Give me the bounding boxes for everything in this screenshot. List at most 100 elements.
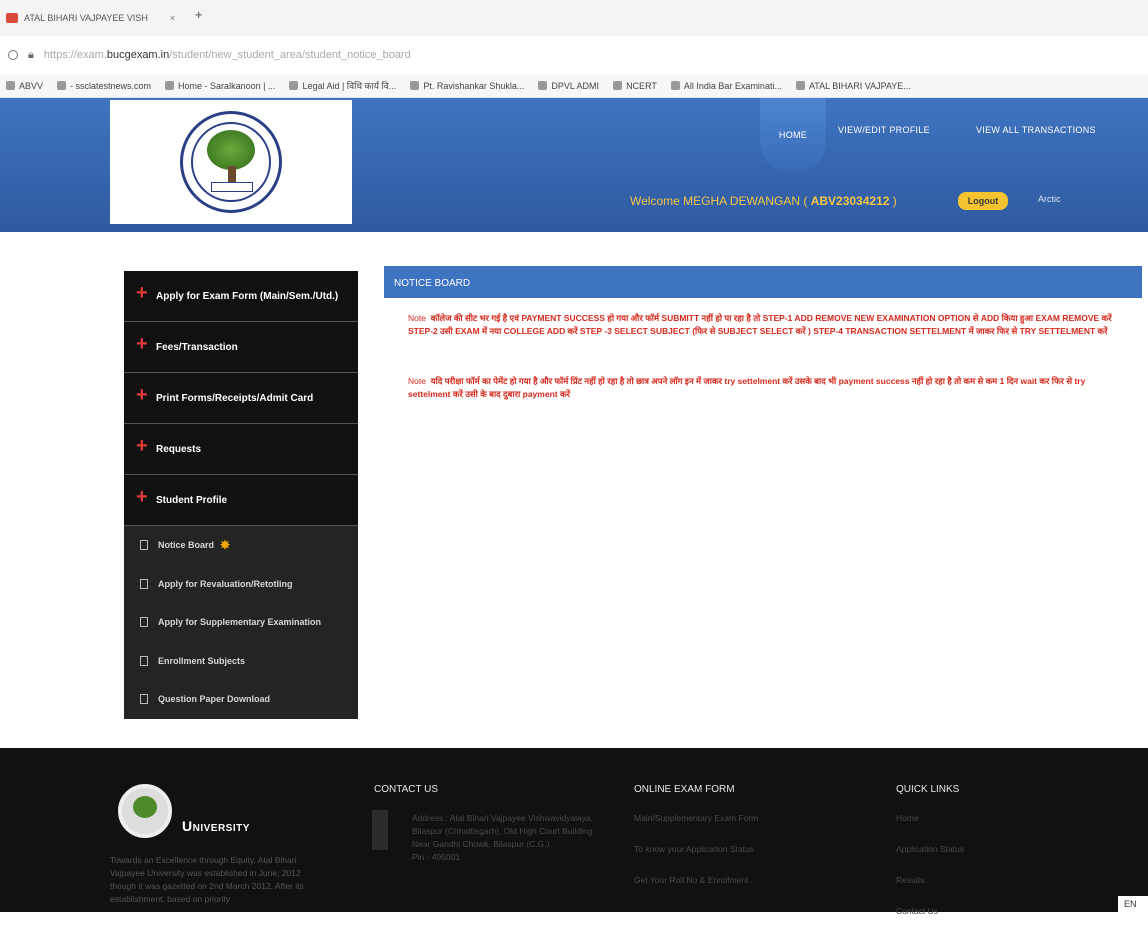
note-text: यदि परीक्षा फॉर्म का पेमेंट हो गया है और… [408, 376, 1086, 399]
site-header: HOME VIEW/EDIT PROFILE VIEW ALL TRANSACT… [0, 98, 1148, 232]
notice-2: Note यदि परीक्षा फॉर्म का पेमेंट हो गया … [408, 375, 1128, 401]
menu-label: Fees/Transaction [156, 341, 238, 353]
sidebar-menu: + Apply for Exam Form (Main/Sem./Utd.) + F… [124, 271, 358, 719]
footer-contact-heading: CONTACT US [374, 784, 439, 795]
plus-icon: + [136, 435, 148, 457]
welcome-prefix: Welcome MEGHA DEWANGAN ( [630, 194, 811, 208]
bookmark-item[interactable]: All India Bar Examinati... [670, 80, 782, 91]
menu-requests[interactable]: + Requests [124, 424, 358, 475]
student-profile-submenu: Notice Board ✸ Apply for Revaluation/Reto… [124, 526, 358, 719]
document-icon [140, 617, 148, 628]
submenu-label: Apply for Revaluation/Retotling [158, 578, 293, 589]
new-tab-icon[interactable]: + [195, 9, 215, 21]
footer-contact-list: Address : Atal Bihari Vajpayee Vishwavid… [412, 812, 612, 882]
submenu-label: Enrollment Subjects [158, 655, 246, 666]
footer-quick-heading: QUICK LINKS [896, 784, 960, 795]
bookmark-label: ABVV [19, 80, 44, 91]
bookmark-label: NCERT [626, 80, 657, 91]
bookmark-label: Legal Aid | विधि कार्य वि... [302, 81, 397, 91]
language-indicator[interactable]: EN [1118, 896, 1148, 912]
submenu-revaluation[interactable]: Apply for Revaluation/Retotling [124, 565, 358, 604]
bookmark-icon [289, 81, 299, 90]
bookmark-label: DPVL ADMI [551, 80, 600, 91]
header-extra-text: Arctic [1038, 194, 1061, 204]
site-footer: University Towards an Excellence through… [0, 748, 1148, 916]
nav-view-all-transactions[interactable]: VIEW ALL TRANSACTIONS [976, 98, 1096, 162]
submenu-enrollment-subjects[interactable]: Enrollment Subjects [124, 642, 358, 681]
menu-label: Requests [156, 443, 202, 455]
bookmark-icon [165, 81, 175, 90]
note-label: Note [408, 376, 426, 386]
address-bar[interactable]: 🔒︎ https://exam.bucgexam.in/student/new_… [0, 36, 1148, 74]
bookmark-icon [6, 81, 15, 90]
bookmark-icon [613, 81, 623, 90]
bookmark-label: - ssclatestnews.com [70, 80, 152, 91]
document-icon [140, 578, 148, 589]
menu-apply-exam-form[interactable]: + Apply for Exam Form (Main/Sem./Utd.) [124, 271, 358, 322]
document-icon [140, 694, 148, 705]
plus-icon: + [136, 384, 148, 406]
menu-student-profile[interactable]: + Student Profile [124, 475, 358, 526]
footer-exam-links: Main/Supplementary Exam Form To know you… [634, 812, 834, 905]
footer-link[interactable]: To know your Application Status [634, 843, 834, 856]
lock-icon[interactable]: 🔒︎ [28, 49, 34, 62]
footer-university-name: University [182, 818, 250, 834]
bookmark-icon [57, 81, 67, 90]
nav-view-edit-profile[interactable]: VIEW/EDIT PROFILE [838, 98, 930, 162]
bookmark-item[interactable]: ABVV [6, 81, 43, 91]
url[interactable]: https://exam.bucgexam.in/student/new_stu… [44, 49, 411, 61]
menu-print-forms[interactable]: + Print Forms/Receipts/Admit Card [124, 373, 358, 424]
submenu-supplementary[interactable]: Apply for Supplementary Examination [124, 603, 358, 642]
welcome-text: Welcome MEGHA DEWANGAN ( ABV23034212 ) [630, 194, 897, 208]
note-text: कॉलेज की सीट भर गई है एवं PAYMENT SUCCES… [408, 313, 1112, 336]
menu-fees-transaction[interactable]: + Fees/Transaction [124, 322, 358, 373]
browser-tab[interactable]: ATAL BIHARI VAJPAYEE VISH × + [6, 8, 215, 28]
bookmark-label: Pt. Ravishankar Shukla... [423, 80, 525, 91]
bookmark-icon [795, 81, 805, 90]
url-path: /student/new_student_area/student_notice… [169, 49, 411, 61]
bookmark-item[interactable]: - ssclatestnews.com [57, 81, 151, 91]
university-logo[interactable] [110, 100, 352, 224]
bookmark-item[interactable]: Legal Aid | विधि कार्य वि... [289, 79, 396, 92]
new-badge-icon: ✸ [220, 538, 231, 553]
footer-link[interactable]: Home [896, 812, 1076, 825]
close-tab-icon[interactable]: × [170, 13, 175, 23]
submenu-question-paper[interactable]: Question Paper Download [124, 680, 358, 719]
footer-logo-icon [118, 784, 172, 838]
footer-pin: Pin - 495001 [412, 852, 461, 862]
student-id: ABV23034212 [810, 194, 890, 208]
url-prefix: https://exam. [43, 49, 107, 61]
bookmark-item[interactable]: Pt. Ravishankar Shukla... [410, 81, 524, 91]
logout-button[interactable]: Logout [958, 192, 1008, 210]
note-label: Note [408, 313, 426, 323]
nav-home[interactable]: HOME [760, 98, 826, 172]
footer-link[interactable]: Get Your Roll No & Enrollment [634, 874, 834, 887]
bookmark-item[interactable]: ATAL BIHARI VAJPAYE... [795, 80, 911, 91]
footer-quick-links: Home Application Status Results Contact … [896, 812, 1076, 936]
bookmark-item[interactable]: Home - Saralkanoon | ... [165, 81, 275, 91]
tab-title: ATAL BIHARI VAJPAYEE VISH [24, 13, 148, 23]
bookmark-label: Home - Saralkanoon | ... [178, 80, 276, 91]
bookmarks-bar: ABVV - ssclatestnews.com Home - Saralkan… [0, 74, 1148, 98]
footer-link[interactable]: Results [896, 874, 1076, 887]
bookmark-item[interactable]: NCERT [613, 81, 657, 91]
footer-link[interactable]: Main/Supplementary Exam Form [634, 812, 834, 825]
bookmark-label: All India Bar Examinati... [683, 80, 782, 91]
submenu-notice-board[interactable]: Notice Board ✸ [124, 526, 358, 565]
welcome-suffix: ) [889, 194, 897, 208]
notice-board-heading: NOTICE BOARD [384, 266, 1142, 298]
footer-exam-heading: ONLINE EXAM FORM [634, 784, 735, 795]
bookmark-icon [410, 81, 420, 90]
plus-icon: + [136, 486, 148, 508]
reload-icon[interactable] [8, 50, 18, 60]
menu-label: Student Profile [156, 494, 228, 506]
address-marker-icon [372, 810, 388, 850]
plus-icon: + [136, 282, 148, 304]
notice-1: Note कॉलेज की सीट भर गई है एवं PAYMENT S… [408, 312, 1128, 338]
site-favicon-icon [6, 13, 18, 23]
footer-link[interactable]: Application Status [896, 843, 1076, 856]
submenu-label: Apply for Supplementary Examination [158, 617, 322, 628]
bookmark-label: ATAL BIHARI VAJPAYE... [808, 80, 911, 91]
document-icon [140, 655, 148, 666]
bookmark-item[interactable]: DPVL ADMI [538, 81, 599, 91]
